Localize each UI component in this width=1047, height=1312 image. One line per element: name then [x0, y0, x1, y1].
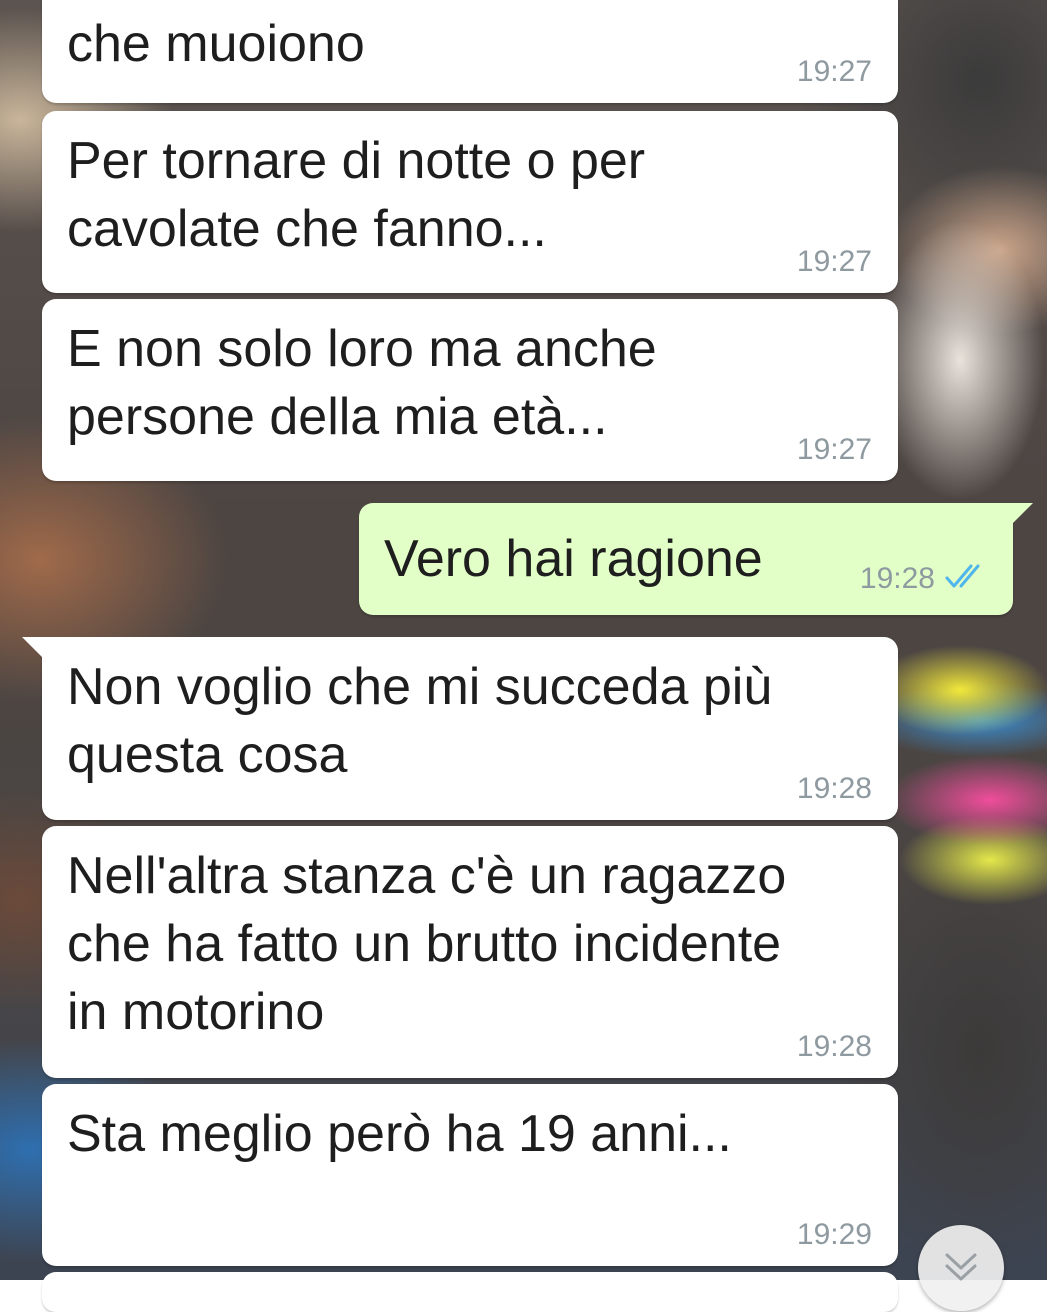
message-text: Sta meglio però ha 19 anni...: [67, 1105, 732, 1163]
message-time: 19:27: [796, 55, 872, 88]
message-time: 19:29: [796, 1218, 872, 1251]
message-time: 19:28: [796, 1030, 872, 1063]
scroll-to-bottom-button[interactable]: [918, 1225, 1004, 1311]
message-time: 19:28: [796, 772, 872, 805]
message-time: 19:27: [796, 433, 872, 466]
message-bubble-incoming[interactable]: E non solo loro ma anche persone della m…: [42, 299, 898, 481]
message-time: 19:27: [796, 245, 872, 278]
bubble-tail: [1011, 503, 1033, 525]
message-text: E non solo loro ma anche persone della m…: [67, 320, 657, 446]
message-bubble-outgoing[interactable]: Vero hai ragione 19:28: [359, 503, 1033, 615]
message-text: Per tornare di notte o per cavolate che …: [67, 132, 646, 258]
bubble-tail: [22, 637, 44, 659]
message-bubble-incoming[interactable]: Per tornare di notte o per cavolate che …: [42, 111, 898, 293]
read-double-check-icon: [945, 561, 991, 599]
message-text: Nell'altra stanza c'è un ragazzo che ha …: [67, 847, 787, 1041]
message-bubble-incoming[interactable]: Nell'altra stanza c'è un ragazzo che ha …: [42, 826, 898, 1078]
double-chevron-down-icon: [945, 1253, 977, 1281]
message-bubble-incoming[interactable]: che muoiono 19:27: [42, 0, 898, 103]
message-text: Non voglio che mi succeda più questa cos…: [67, 658, 773, 784]
message-bubble-incoming[interactable]: Sta meglio però ha 19 anni... 19:29: [42, 1084, 898, 1266]
message-bubble-incoming[interactable]: Non voglio che mi succeda più questa cos…: [22, 637, 898, 820]
message-bubble-incoming[interactable]: [42, 1272, 898, 1312]
message-time-row: 19:28: [860, 561, 991, 599]
message-time: 19:28: [859, 561, 935, 595]
message-text: che muoiono: [67, 15, 365, 73]
